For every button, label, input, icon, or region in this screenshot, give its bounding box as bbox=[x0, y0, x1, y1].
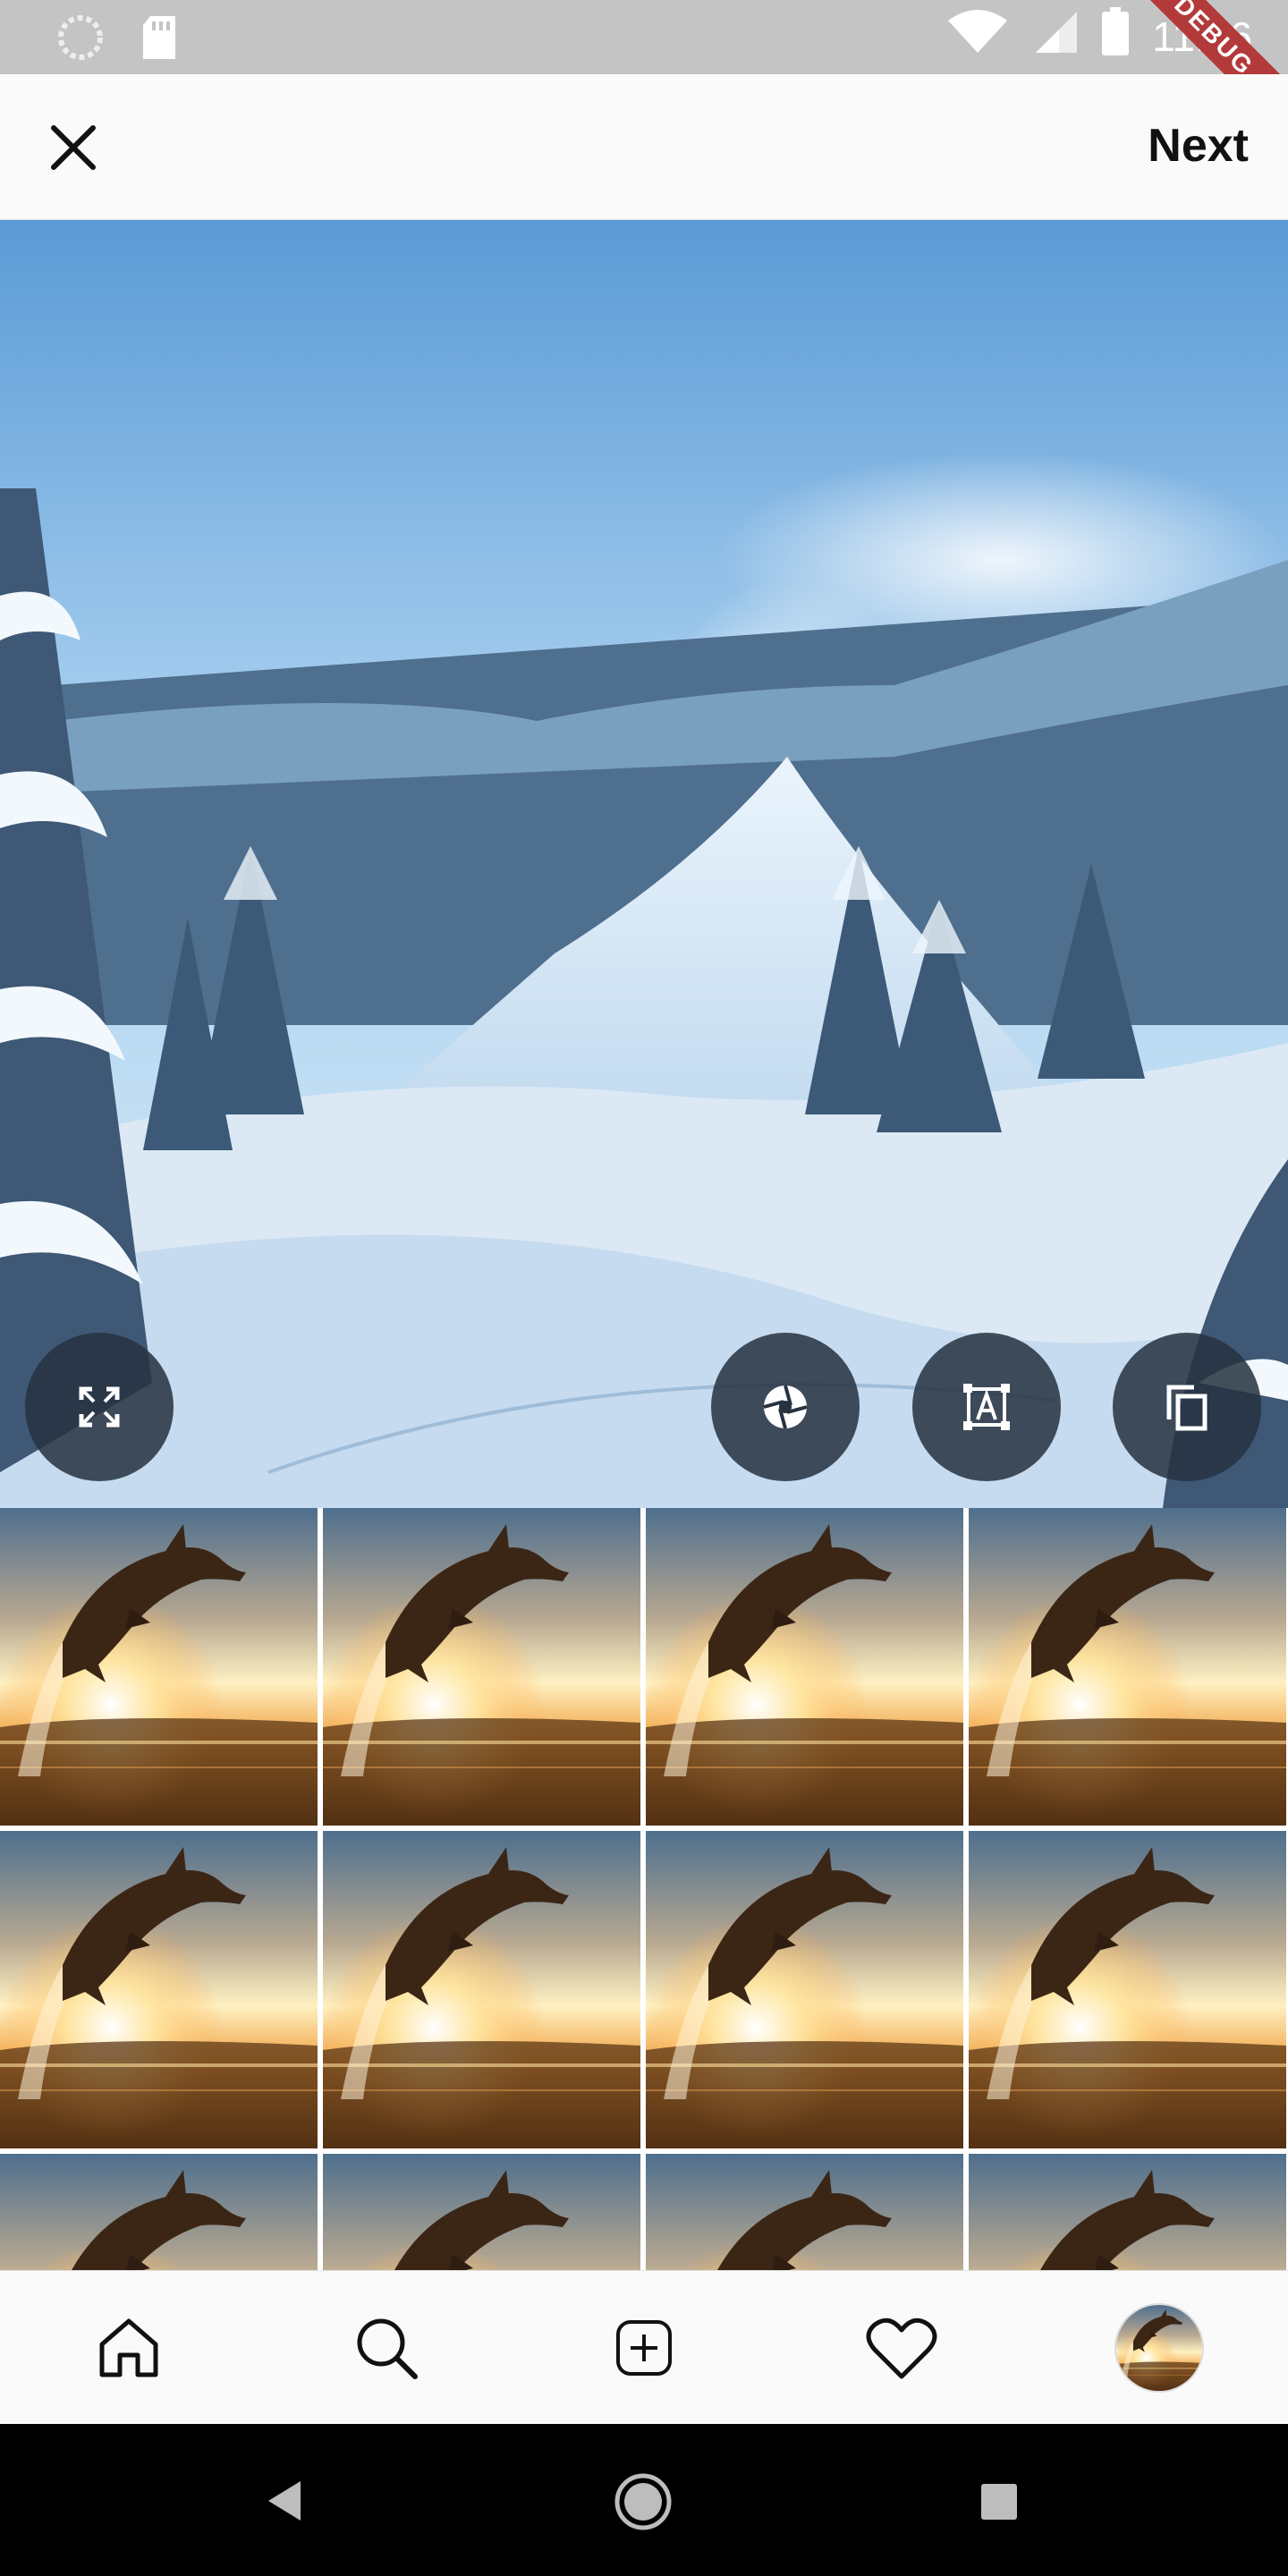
home-icon bbox=[99, 2318, 158, 2377]
gallery-thumbnail[interactable] bbox=[969, 1508, 1286, 1826]
recents-icon bbox=[981, 2484, 1017, 2520]
tab-add-post[interactable] bbox=[577, 2281, 711, 2415]
gallery-thumbnail[interactable] bbox=[646, 1831, 963, 2148]
gallery-thumbnail[interactable] bbox=[0, 1831, 318, 2148]
add-post-icon bbox=[616, 2320, 672, 2376]
gallery-thumbnail[interactable] bbox=[646, 2154, 963, 2270]
expand-icon bbox=[79, 1386, 120, 1428]
tab-profile[interactable] bbox=[1092, 2281, 1226, 2415]
cell-signal-icon bbox=[1032, 8, 1079, 64]
wifi-icon bbox=[946, 8, 1009, 64]
tab-home[interactable] bbox=[62, 2281, 196, 2415]
dolphin-sunset-photo bbox=[0, 1831, 318, 2148]
home-nav-button[interactable] bbox=[614, 2472, 673, 2536]
dolphin-sunset-photo bbox=[969, 1508, 1286, 1826]
spinner-icon bbox=[57, 14, 104, 65]
back-icon bbox=[268, 2481, 301, 2521]
gallery-thumbnail[interactable] bbox=[0, 2154, 318, 2270]
next-button[interactable]: Next bbox=[1148, 119, 1249, 173]
gallery-thumbnail[interactable] bbox=[323, 2154, 640, 2270]
gallery-thumbnail[interactable] bbox=[323, 1831, 640, 2148]
photo-gallery-grid bbox=[0, 1508, 1288, 2270]
close-icon bbox=[51, 125, 96, 170]
dolphin-sunset-photo bbox=[323, 1831, 640, 2148]
dolphin-sunset-photo bbox=[646, 1508, 963, 1826]
text-button[interactable] bbox=[912, 1333, 1061, 1481]
multi-select-button[interactable] bbox=[1113, 1333, 1261, 1481]
snowy-mountain-photo bbox=[0, 220, 1288, 1508]
dolphin-sunset-photo bbox=[646, 1831, 963, 2148]
dolphin-sunset-photo bbox=[323, 2154, 640, 2270]
gallery-thumbnail[interactable] bbox=[323, 1508, 640, 1826]
dolphin-sunset-photo bbox=[323, 1508, 640, 1826]
top-bar: Next bbox=[0, 74, 1288, 220]
battery-icon bbox=[1102, 7, 1130, 65]
dolphin-sunset-photo bbox=[646, 2154, 963, 2270]
selected-image-preview[interactable] bbox=[0, 220, 1288, 1508]
profile-avatar bbox=[1114, 2303, 1204, 2393]
system-nav-bar bbox=[0, 2424, 1288, 2576]
dolphin-sunset-photo bbox=[0, 2154, 318, 2270]
dolphin-sunset-photo bbox=[0, 1508, 318, 1826]
search-icon bbox=[357, 2318, 418, 2379]
close-button[interactable] bbox=[47, 121, 100, 174]
sd-card-icon bbox=[140, 14, 179, 65]
filter-button[interactable] bbox=[711, 1333, 860, 1481]
heart-icon bbox=[866, 2318, 937, 2379]
back-button[interactable] bbox=[265, 2479, 304, 2527]
gallery-thumbnail[interactable] bbox=[969, 2154, 1286, 2270]
expand-button[interactable] bbox=[25, 1333, 174, 1481]
bottom-tab-bar bbox=[0, 2270, 1288, 2425]
aperture-icon bbox=[763, 1385, 808, 1429]
gallery-thumbnail[interactable] bbox=[0, 1508, 318, 1826]
dolphin-sunset-photo bbox=[969, 1831, 1286, 2148]
tab-search[interactable] bbox=[319, 2281, 453, 2415]
gallery-thumbnail[interactable] bbox=[646, 1508, 963, 1826]
dolphin-sunset-photo bbox=[969, 2154, 1286, 2270]
status-bar: 11:46 DEBUG bbox=[0, 0, 1288, 142]
gallery-thumbnail[interactable] bbox=[969, 1831, 1286, 2148]
tab-activity[interactable] bbox=[835, 2281, 969, 2415]
home-circle-icon bbox=[614, 2473, 672, 2530]
copy-icon bbox=[1166, 1385, 1208, 1431]
dolphin-sunset-photo bbox=[1116, 2305, 1202, 2391]
text-box-icon bbox=[963, 1384, 1010, 1430]
recents-button[interactable] bbox=[980, 2483, 1018, 2525]
